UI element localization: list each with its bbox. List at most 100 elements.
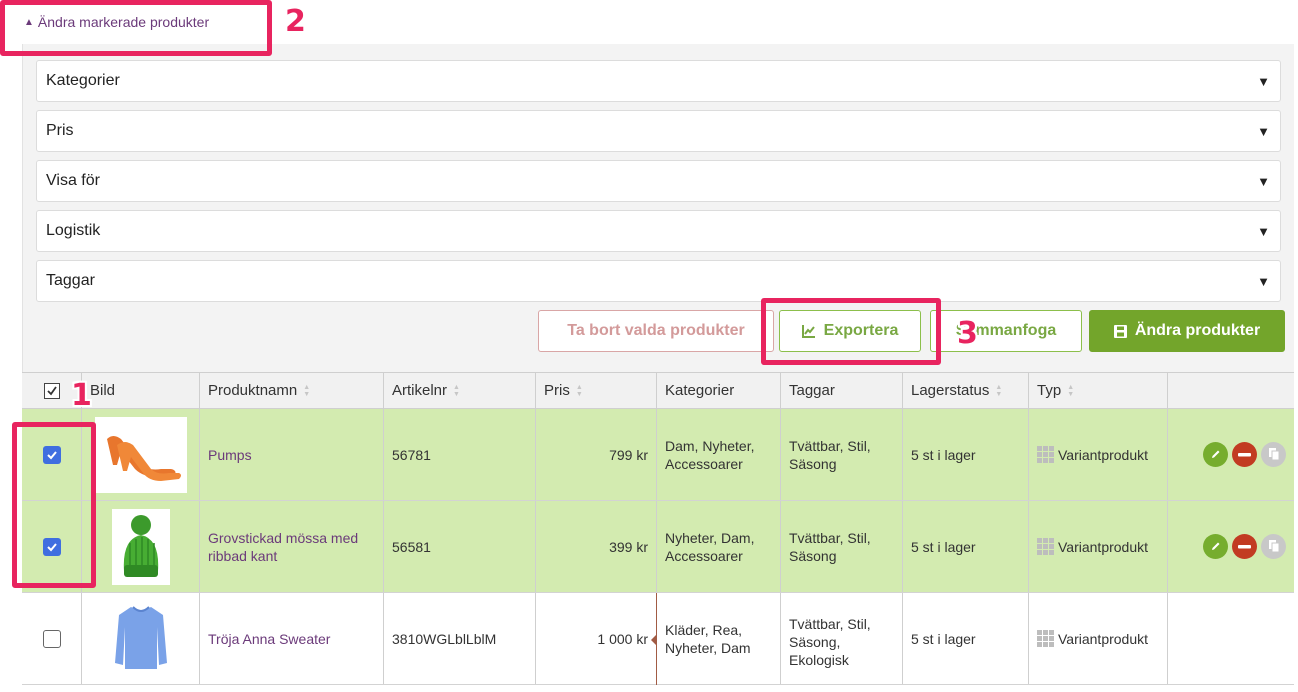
row-select[interactable] bbox=[22, 501, 82, 592]
row-checkbox-checked[interactable] bbox=[42, 537, 61, 556]
accordion-label: Kategorier bbox=[46, 72, 120, 89]
row-checkbox-checked[interactable] bbox=[42, 445, 61, 464]
price-value: 399 kr bbox=[609, 538, 648, 555]
copy-icon[interactable] bbox=[1261, 442, 1286, 467]
change-products-label: Ändra produkter bbox=[1134, 322, 1261, 339]
product-image-cell bbox=[82, 409, 200, 500]
accordion-label: Visa för bbox=[46, 172, 100, 189]
copy-icon[interactable] bbox=[1261, 534, 1286, 559]
table-header: Bild Produktnamn ▲ ▼ Artikelnr ▲ ▼ Pris ▲ ▼ Ka… bbox=[22, 373, 1294, 409]
categories-value: Kläder, Rea, Nyheter, Dam bbox=[665, 621, 751, 656]
type-cell: Variantprodukt bbox=[1029, 501, 1168, 592]
stock-value: 5 st i lager bbox=[911, 446, 976, 463]
categories-cell: Nyheter, Dam, Accessoarer bbox=[657, 501, 781, 592]
row-actions bbox=[1168, 409, 1294, 500]
edit-icon[interactable] bbox=[1203, 534, 1228, 559]
price-cell: 399 kr bbox=[536, 501, 657, 592]
stock-value: 5 st i lager bbox=[911, 630, 976, 647]
check-icon bbox=[46, 542, 57, 551]
product-name-link[interactable]: Pumps bbox=[208, 446, 252, 464]
annotation-number-2: 2 bbox=[285, 4, 306, 39]
product-image-pumps[interactable] bbox=[94, 416, 187, 493]
pumps-image bbox=[106, 435, 181, 481]
accordion-taggar[interactable]: Taggar ▼ bbox=[36, 260, 1281, 302]
product-name-cell: Grovstickad mössa med ribbad kant bbox=[200, 501, 384, 592]
product-image-hat[interactable] bbox=[111, 508, 170, 585]
sweater-image bbox=[114, 605, 167, 669]
price-cell: 1 000 kr bbox=[536, 593, 657, 684]
tags-cell: Tvättbar, Stil, Säsong bbox=[781, 409, 903, 500]
sort-icon[interactable]: ▲ ▼ bbox=[453, 384, 460, 398]
merge-button[interactable]: Sammanfoga bbox=[930, 310, 1082, 352]
categories-value: Dam, Nyheter, Accessoarer bbox=[665, 437, 755, 472]
sku-value: 56581 bbox=[392, 538, 431, 555]
product-table: Bild Produktnamn ▲ ▼ Artikelnr ▲ ▼ Pris ▲ ▼ Ka… bbox=[22, 372, 1294, 685]
accordion-label: Logistik bbox=[46, 222, 101, 239]
accordion-label: Pris bbox=[46, 122, 74, 139]
header-image: Bild bbox=[82, 373, 200, 408]
edit-selected-label: Ändra markerade produkter bbox=[37, 14, 210, 30]
tags-value: Tvättbar, Stil, Säsong bbox=[789, 529, 871, 564]
annotation-number-1: 1 bbox=[71, 378, 92, 413]
bulk-edit-panel: Kategorier ▼ Pris ▼ Visa för ▼ Logistik … bbox=[22, 44, 1294, 374]
product-name-link[interactable]: Tröja Anna Sweater bbox=[208, 630, 330, 648]
categories-cell: Kläder, Rea, Nyheter, Dam bbox=[657, 593, 781, 684]
export-label: Exportera bbox=[823, 322, 899, 339]
product-name-link[interactable]: Grovstickad mössa med ribbad kant bbox=[208, 529, 375, 565]
header-sku[interactable]: Artikelnr ▲ ▼ bbox=[384, 373, 536, 408]
remove-selected-button[interactable]: Ta bort valda produkter bbox=[538, 310, 774, 352]
sort-icon[interactable]: ▲ ▼ bbox=[576, 384, 583, 398]
header-sku-label: Artikelnr bbox=[392, 382, 448, 399]
sort-icon[interactable]: ▲ ▼ bbox=[303, 384, 310, 398]
sort-icon[interactable]: ▲ ▼ bbox=[995, 384, 1002, 398]
edit-selected-toggle[interactable]: ▲ Ändra markerade produkter bbox=[24, 14, 209, 30]
tags-cell: Tvättbar, Stil, Säsong bbox=[781, 501, 903, 592]
resize-arrow-icon bbox=[651, 635, 656, 645]
sort-icon[interactable]: ▲ ▼ bbox=[1067, 384, 1074, 398]
sku-cell: 56781 bbox=[384, 409, 536, 500]
variant-grid-icon bbox=[1037, 630, 1054, 647]
accordion-label: Taggar bbox=[46, 272, 95, 289]
table-row[interactable]: Pumps 56781 799 kr Dam, Nyheter, Accesso… bbox=[22, 409, 1294, 501]
header-name-label: Produktnamn bbox=[208, 382, 298, 399]
header-categories-label: Kategorier bbox=[665, 382, 735, 399]
triangle-down-icon: ▼ bbox=[1257, 223, 1270, 239]
export-button[interactable]: Exportera bbox=[779, 310, 921, 352]
table-row[interactable]: Grovstickad mössa med ribbad kant 56581 … bbox=[22, 501, 1294, 593]
chart-icon bbox=[801, 325, 815, 338]
price-cell: 799 kr bbox=[536, 409, 657, 500]
select-all-checkbox[interactable] bbox=[43, 382, 60, 399]
header-stock-label: Lagerstatus bbox=[911, 382, 990, 399]
edit-icon[interactable] bbox=[1203, 442, 1228, 467]
header-price[interactable]: Pris ▲ ▼ bbox=[536, 373, 657, 408]
delete-icon[interactable] bbox=[1232, 442, 1257, 467]
product-image-sweater[interactable] bbox=[110, 600, 171, 677]
accordion-kategorier[interactable]: Kategorier ▼ bbox=[36, 60, 1281, 102]
row-select[interactable] bbox=[22, 593, 82, 684]
product-image-cell bbox=[82, 593, 200, 684]
triangle-down-icon: ▼ bbox=[1257, 123, 1270, 139]
header-tags: Taggar bbox=[781, 373, 903, 408]
triangle-up-icon: ▲ bbox=[24, 16, 34, 28]
stock-value: 5 st i lager bbox=[911, 538, 976, 555]
header-name[interactable]: Produktnamn ▲ ▼ bbox=[200, 373, 384, 408]
check-icon bbox=[46, 450, 57, 459]
header-stock[interactable]: Lagerstatus ▲ ▼ bbox=[903, 373, 1029, 408]
row-select[interactable] bbox=[22, 409, 82, 500]
sku-value: 56781 bbox=[392, 446, 431, 463]
accordion-logistik[interactable]: Logistik ▼ bbox=[36, 210, 1281, 252]
stock-cell: 5 st i lager bbox=[903, 593, 1029, 684]
column-resize-handle[interactable] bbox=[656, 593, 657, 685]
row-checkbox-unchecked[interactable] bbox=[42, 629, 61, 648]
change-products-button[interactable]: Ändra produkter bbox=[1089, 310, 1285, 352]
check-icon bbox=[46, 385, 57, 395]
variant-grid-icon bbox=[1037, 538, 1054, 555]
variant-grid-icon bbox=[1037, 446, 1054, 463]
sku-cell: 3810WGLblLblM bbox=[384, 593, 536, 684]
header-price-label: Pris bbox=[544, 382, 570, 399]
accordion-pris[interactable]: Pris ▼ bbox=[36, 110, 1281, 152]
table-row[interactable]: Tröja Anna Sweater 3810WGLblLblM 1 000 k… bbox=[22, 593, 1294, 685]
accordion-visa-for[interactable]: Visa för ▼ bbox=[36, 160, 1281, 202]
header-type[interactable]: Typ ▲ ▼ bbox=[1029, 373, 1168, 408]
delete-icon[interactable] bbox=[1232, 534, 1257, 559]
